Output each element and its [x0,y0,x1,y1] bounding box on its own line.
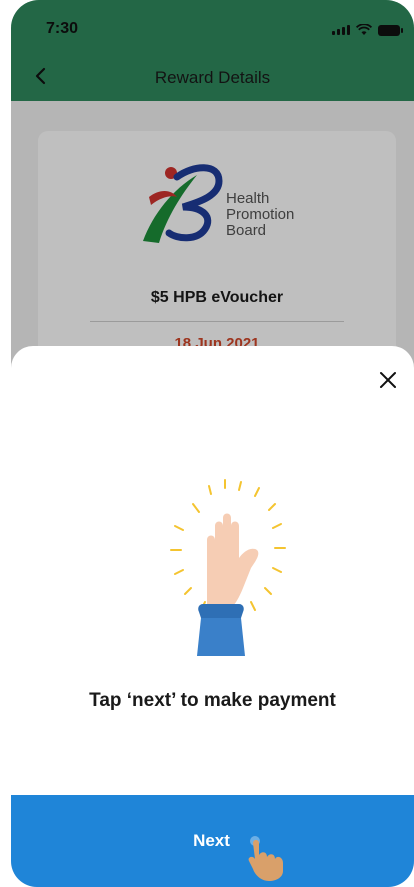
instruction-text: Tap ‘next’ to make payment [89,690,336,711]
payment-bottom-sheet: Tap ‘next’ to make payment Next [11,346,414,887]
next-button-label: Next [193,831,230,850]
tap-pointer-icon [248,836,283,881]
next-button[interactable]: Next [11,795,414,887]
close-icon[interactable] [376,368,400,392]
raised-hand-icon [170,479,286,656]
phone-screen: 7:30 Reward Details Health Promotion Boa… [11,0,414,887]
